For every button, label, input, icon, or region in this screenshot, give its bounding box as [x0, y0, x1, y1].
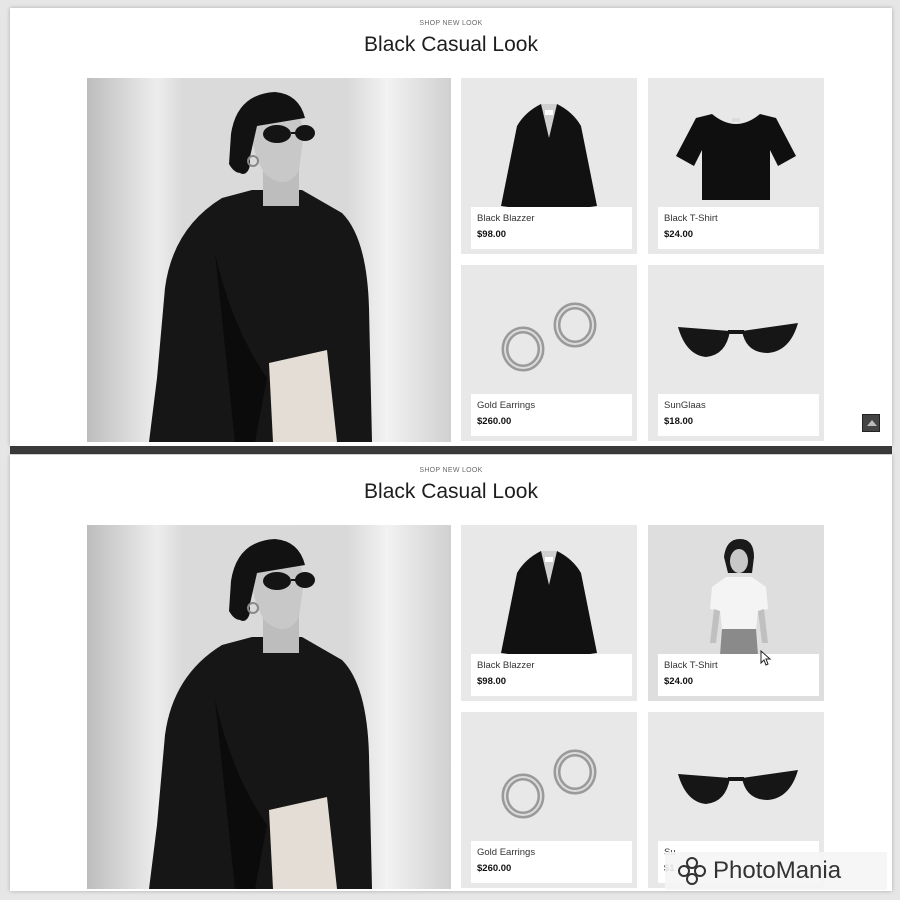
product-price: $24.00	[664, 229, 694, 240]
product-price: $260.00	[477, 416, 512, 427]
mouse-cursor-icon	[760, 650, 772, 666]
screenshot-top: SHOP NEW LOOK Black Casual Look Black Bl…	[10, 8, 892, 446]
product-card[interactable]: Gold Earrings $260.00	[461, 265, 637, 441]
screenshot-divider	[10, 446, 892, 454]
hero-image	[87, 78, 451, 442]
product-price: $260.00	[477, 863, 512, 874]
product-name[interactable]: Black Blazzer	[477, 660, 632, 671]
product-card[interactable]: Black Blazzer $98.00	[461, 78, 637, 254]
model-photo	[149, 539, 372, 889]
product-price: $18.00	[664, 416, 694, 427]
product-name[interactable]: SunGlaas	[664, 400, 819, 411]
product-card-hovered[interactable]: Black T-Shirt $24.00	[648, 525, 824, 701]
product-info: Black T-Shirt $24.00	[658, 207, 819, 249]
product-name[interactable]: Black T-Shirt	[664, 213, 819, 224]
product-price: $98.00	[477, 229, 507, 240]
product-name[interactable]: Gold Earrings	[477, 847, 632, 858]
product-card[interactable]: Black Blazzer $98.00	[461, 525, 637, 701]
watermark-text: PhotoMania	[713, 857, 842, 884]
eyebrow-label: SHOP NEW LOOK	[419, 20, 483, 27]
product-card[interactable]: Black T-Shirt $24.00	[648, 78, 824, 254]
product-price: $98.00	[477, 676, 507, 687]
hero-image	[87, 525, 451, 889]
watermark: PhotoMania	[665, 852, 887, 890]
product-price: $24.00	[664, 676, 694, 687]
product-name[interactable]: Black Blazzer	[477, 213, 632, 224]
product-info: SunGlaas $18.00	[658, 394, 819, 436]
model-photo	[149, 92, 372, 442]
product-info: Black Blazzer $98.00	[471, 654, 632, 696]
product-info: Black Blazzer $98.00	[471, 207, 632, 249]
screenshot-bottom: SHOP NEW LOOK Black Casual Look Black Bl…	[10, 455, 892, 891]
page-title: Black Casual Look	[364, 33, 538, 56]
arrow-up-icon[interactable]	[862, 414, 880, 432]
eyebrow-label: SHOP NEW LOOK	[419, 467, 483, 474]
page-title: Black Casual Look	[364, 480, 538, 503]
product-info: Gold Earrings $260.00	[471, 394, 632, 436]
product-name[interactable]: Gold Earrings	[477, 400, 632, 411]
product-info: Gold Earrings $260.00	[471, 841, 632, 883]
product-card[interactable]: SunGlaas $18.00	[648, 265, 824, 441]
product-card[interactable]: Gold Earrings $260.00	[461, 712, 637, 888]
product-name[interactable]: Black T-Shirt	[664, 660, 819, 671]
photomania-logo-icon	[678, 857, 706, 885]
product-info: Black T-Shirt $24.00	[658, 654, 819, 696]
